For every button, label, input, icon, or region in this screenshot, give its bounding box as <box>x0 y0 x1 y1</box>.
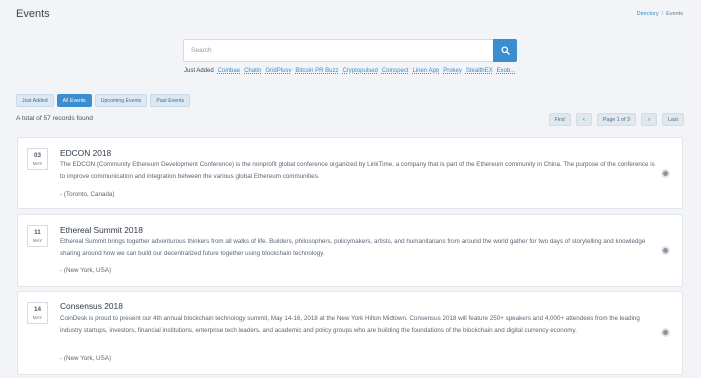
tag-link[interactable]: Cryptopulsed <box>342 68 377 74</box>
breadcrumb: Directory / Events <box>637 11 683 17</box>
event-date: 11 MAY <box>27 225 48 247</box>
event-day: 03 <box>33 152 41 159</box>
event-title[interactable]: EDCON 2018 <box>60 148 111 158</box>
filter-upcoming-events[interactable]: Upcoming Events <box>94 94 148 107</box>
event-date: 14 MAY <box>27 302 48 324</box>
breadcrumb-directory-link[interactable]: Directory <box>637 11 659 17</box>
filter-all-events[interactable]: All Events <box>56 94 92 107</box>
event-card[interactable]: 03 MAY EDCON 2018 The EDCON (Community E… <box>17 137 683 209</box>
tag-link[interactable]: Coinspect <box>382 68 409 74</box>
event-month: MAY <box>32 238 43 243</box>
event-location: - (Toronto, Canada) <box>60 191 115 198</box>
event-description: CoinDesk is proud to present our 4th ann… <box>60 315 640 334</box>
event-day: 14 <box>33 306 41 313</box>
event-description: Ethereal Summit brings together adventur… <box>60 238 646 257</box>
status-dot-icon <box>661 169 670 178</box>
event-description: The EDCON (Community Ethereum Developmen… <box>60 161 655 180</box>
filter-just-added[interactable]: Just Added <box>16 94 54 107</box>
pagination: First ‹ Page 1 of 3 › Last <box>548 113 684 126</box>
search-input[interactable] <box>183 39 493 62</box>
records-count: A total of 57 records found <box>16 115 93 122</box>
tag-link[interactable]: Coinbae <box>218 68 240 74</box>
event-date: 03 MAY <box>27 148 48 170</box>
status-dot-icon <box>661 328 670 337</box>
just-added-label: Just Added <box>184 68 214 74</box>
first-page-button[interactable]: First <box>548 113 571 126</box>
page-title: Events <box>16 8 50 20</box>
event-title[interactable]: Consensus 2018 <box>60 301 123 311</box>
event-card[interactable]: 11 MAY Ethereal Summit 2018 Ethereal Sum… <box>17 214 683 287</box>
filter-past-events[interactable]: Past Events <box>150 94 191 107</box>
event-card[interactable]: 14 MAY Consensus 2018 CoinDesk is proud … <box>17 291 683 375</box>
event-filters: Just Added All Events Upcoming Events Pa… <box>16 94 191 107</box>
next-page-button[interactable]: › <box>640 113 657 126</box>
event-month: MAY <box>32 315 43 320</box>
breadcrumb-separator: / <box>661 11 664 17</box>
last-page-button[interactable]: Last <box>661 113 684 126</box>
search-bar <box>183 39 517 62</box>
event-location: - (New York, USA) <box>60 267 112 274</box>
event-location: - (New York, USA) <box>60 355 112 362</box>
tag-link[interactable]: Chatin <box>244 68 261 74</box>
page-indicator: Page 1 of 3 <box>596 113 636 126</box>
tag-link[interactable]: Prokey <box>443 68 462 74</box>
breadcrumb-current: Events <box>666 11 683 17</box>
tag-link[interactable]: GridPlusv <box>265 68 291 74</box>
search-icon <box>500 46 510 55</box>
tag-link[interactable]: StealthEX <box>466 68 493 74</box>
event-title[interactable]: Ethereal Summit 2018 <box>60 225 143 235</box>
prev-page-button[interactable]: ‹ <box>575 113 592 126</box>
tag-link[interactable]: Linen App <box>413 68 440 74</box>
status-dot-icon <box>661 246 670 255</box>
event-month: MAY <box>32 161 43 166</box>
tag-link[interactable]: Bitcoin PR Buzz <box>295 68 338 74</box>
event-day: 11 <box>34 229 41 236</box>
just-added-tags: Just Added Coinbae Chatin GridPlusv Bitc… <box>184 68 515 74</box>
search-button[interactable] <box>493 39 517 62</box>
tag-link[interactable]: Exob... <box>497 68 516 74</box>
